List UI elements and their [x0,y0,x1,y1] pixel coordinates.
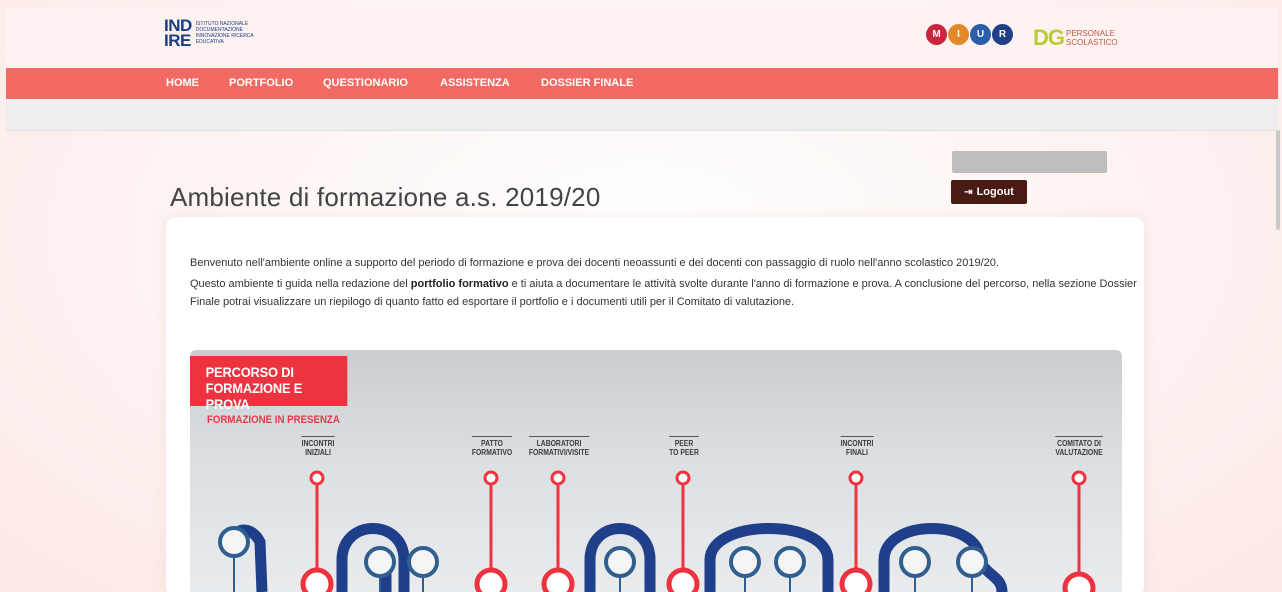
dg-logo-mark: DG [1033,25,1065,50]
nav-dossier-finale[interactable]: DOSSIER FINALE [541,77,633,89]
indire-logo-text: Istituto Nazionale Documentazione Innova… [195,21,254,45]
percorso-infographic: PERCORSO DI FORMAZIONE E PROVA FORMAZION… [190,350,1122,592]
pin-peer-to-peer [666,470,700,592]
logout-button[interactable]: ⇥ Logout [951,180,1027,204]
intro-paragraph-1: Benvenuto nell'ambiente online a support… [190,257,999,269]
portfolio-formativo-emphasis: portfolio formativo [410,278,509,290]
nav-questionario[interactable]: QUESTIONARIO [323,77,408,89]
dg-personale-logo[interactable]: DG Personale Scolastico [1033,25,1122,50]
pin-laboratori [541,470,575,592]
pin-patto-formativo [474,470,508,592]
nav-portfolio[interactable]: PORTFOLIO [229,77,293,89]
dg-logo-text: Personale Scolastico [1066,29,1118,47]
metro-track-graphic [218,470,1096,592]
track-node [218,526,250,592]
intro-paragraph-2: Questo ambiente ti guida nella redazione… [190,275,1140,311]
intro-text-before: Questo ambiente ti guida nella redazione… [190,278,411,290]
track-node [899,546,931,592]
miur-letter: I [948,24,969,45]
logout-label: Logout [976,186,1014,198]
miur-letter: R [992,24,1013,45]
miur-letter: U [970,24,991,45]
track-node [774,546,806,592]
track-node [729,546,761,592]
header: IND IRE Istituto Nazionale Documentazion… [6,8,1278,68]
logout-icon: ⇥ [964,186,973,198]
pin-incontri-iniziali [300,470,334,592]
indire-mark-line-2: IRE [164,31,191,50]
track-node [956,546,988,592]
pin-comitato [1062,470,1096,592]
indire-logo-mark: IND IRE [164,17,192,50]
indire-logo[interactable]: IND IRE Istituto Nazionale Documentazion… [164,17,276,50]
pin-incontri-finali [839,470,873,592]
miur-logo[interactable]: M I U R [926,24,1013,45]
nav-home[interactable]: HOME [166,77,199,89]
username-redacted [952,151,1107,173]
miur-letter: M [926,24,947,45]
track-node [407,546,439,592]
track-node [604,546,636,592]
sub-bar [6,99,1278,131]
page-scrollbar[interactable] [1276,130,1280,230]
main-nav: HOME PORTFOLIO QUESTIONARIO ASSISTENZA D… [6,68,1278,99]
nav-assistenza[interactable]: ASSISTENZA [440,77,510,89]
page-title: Ambiente di formazione a.s. 2019/20 [170,182,601,212]
